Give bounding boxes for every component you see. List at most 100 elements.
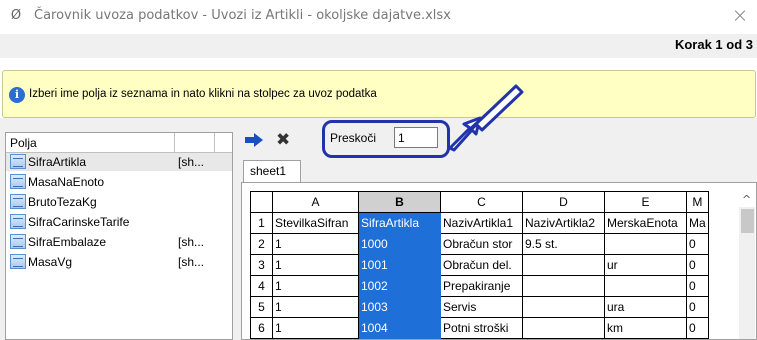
table-cell[interactable]: StevilkaSifran [272, 212, 359, 234]
table-cell[interactable]: 0 [686, 296, 709, 318]
table-cell[interactable]: Obračun stor [440, 233, 523, 255]
table-cell[interactable]: 0 [686, 233, 709, 255]
column-header[interactable]: E [604, 191, 687, 213]
table-cell[interactable]: Obračun del. [440, 254, 523, 276]
field-mapping: [sh... [178, 155, 205, 169]
fields-header-label: Polja [10, 136, 37, 150]
field-item[interactable]: SifraCarinskeTarife [6, 213, 232, 231]
row-number[interactable]: 3 [250, 254, 273, 276]
table-cell-selected[interactable]: SifraArtikla [358, 212, 441, 234]
table-cell[interactable]: ura [604, 296, 687, 318]
data-table[interactable]: A B C D E M 1 StevilkaSifran SifraArtikl… [250, 191, 709, 339]
sheet-grid[interactable]: A B C D E M 1 StevilkaSifran SifraArtikl… [241, 182, 757, 340]
fields-list-header: Polja [6, 133, 232, 153]
column-header[interactable]: C [440, 191, 523, 213]
field-name: MasaVg [28, 255, 73, 269]
sheet-tab-label: sheet1 [250, 164, 287, 178]
table-cell[interactable]: NazivArtikla1 [440, 212, 523, 234]
header-divider[interactable] [174, 133, 175, 153]
corner-cell[interactable] [250, 191, 273, 213]
table-cell[interactable]: 1 [272, 275, 359, 297]
table-row: 5 1 1003 Servis ura 0 [250, 296, 709, 318]
table-row: 2 1 1000 Obračun stor 9.5 st. 0 [250, 233, 709, 255]
window-title: Čarovnik uvoza podatkov - Uvozi iz Artik… [34, 8, 451, 23]
info-banner: i Izberi ime polja iz seznama in nato kl… [2, 70, 756, 118]
table-cell-selected[interactable]: 1002 [358, 275, 441, 297]
table-cell[interactable] [522, 254, 605, 276]
table-cell[interactable]: 9.5 st. [522, 233, 605, 255]
table-cell[interactable]: MerskaEnota [604, 212, 687, 234]
field-name: BrutoTezaKg [28, 195, 97, 209]
field-icon [10, 254, 26, 269]
table-cell[interactable]: 1 [272, 296, 359, 318]
app-icon: Ø [10, 8, 22, 23]
table-cell-selected[interactable]: 1000 [358, 233, 441, 255]
field-name: SifraCarinskeTarife [28, 215, 130, 229]
step-bar: Korak 1 od 3 [0, 34, 757, 58]
field-mapping: [sh... [178, 255, 205, 269]
table-cell[interactable]: 0 [686, 254, 709, 276]
table-cell[interactable]: Ma [686, 212, 709, 234]
title-bar: Ø Čarovnik uvoza podatkov - Uvozi iz Art… [0, 0, 757, 32]
table-cell[interactable]: ur [604, 254, 687, 276]
field-icon [10, 194, 26, 209]
field-icon [10, 154, 26, 169]
table-cell-selected[interactable]: 1004 [358, 317, 441, 339]
row-number[interactable]: 5 [250, 296, 273, 318]
field-mapping: [sh... [178, 235, 205, 249]
row-number[interactable]: 2 [250, 233, 273, 255]
field-name: SifraArtikla [28, 155, 87, 169]
field-item[interactable]: MasaNaEnoto [6, 173, 232, 191]
annotation-arrow-icon [448, 84, 524, 152]
table-cell[interactable]: 0 [686, 317, 709, 339]
tab-sheet1[interactable]: sheet1 [243, 160, 301, 182]
column-header[interactable]: M [686, 191, 709, 213]
table-cell-selected[interactable]: 1003 [358, 296, 441, 318]
table-cell[interactable]: Potni stroški [440, 317, 523, 339]
table-cell[interactable]: 1 [272, 254, 359, 276]
table-row: 3 1 1001 Obračun del. ur 0 [250, 254, 709, 276]
column-header[interactable]: D [522, 191, 605, 213]
field-icon [10, 214, 26, 229]
table-cell[interactable]: Prepakiranje [440, 275, 523, 297]
info-icon: i [9, 87, 25, 103]
header-divider[interactable] [214, 133, 215, 153]
scroll-up-icon[interactable]: ^ [742, 193, 751, 206]
fields-list[interactable]: Polja SifraArtikla [sh... MasaNaEnoto Br… [5, 132, 233, 340]
arrow-right-icon[interactable] [245, 133, 263, 147]
field-icon [10, 234, 26, 249]
table-cell[interactable]: NazivArtikla2 [522, 212, 605, 234]
clear-mapping-icon[interactable]: ✖ [276, 130, 290, 150]
close-button[interactable]: × [728, 4, 752, 28]
column-header-row: A B C D E M [250, 191, 709, 213]
table-cell[interactable]: Servis [440, 296, 523, 318]
table-cell[interactable] [604, 275, 687, 297]
table-cell[interactable] [604, 233, 687, 255]
table-row: 1 StevilkaSifran SifraArtikla NazivArtik… [250, 212, 709, 234]
column-header-selected[interactable]: B [358, 191, 441, 213]
field-item[interactable]: MasaVg [sh... [6, 253, 232, 271]
field-item[interactable]: SifraArtikla [sh... [6, 153, 232, 171]
step-indicator: Korak 1 od 3 [674, 37, 753, 52]
field-name: MasaNaEnoto [28, 175, 105, 189]
field-icon [10, 174, 26, 189]
table-cell[interactable] [522, 317, 605, 339]
field-item[interactable]: BrutoTezaKg [6, 193, 232, 211]
table-cell-selected[interactable]: 1001 [358, 254, 441, 276]
info-text: Izberi ime polja iz seznama in nato klik… [29, 88, 377, 100]
table-cell[interactable] [522, 296, 605, 318]
row-number[interactable]: 1 [250, 212, 273, 234]
import-area: Polja SifraArtikla [sh... MasaNaEnoto Br… [0, 84, 757, 340]
column-header[interactable]: A [272, 191, 359, 213]
row-number[interactable]: 6 [250, 317, 273, 339]
field-item[interactable]: SifraEmbalaze [sh... [6, 233, 232, 251]
table-cell[interactable]: km [604, 317, 687, 339]
table-row: 4 1 1002 Prepakiranje 0 [250, 275, 709, 297]
row-number[interactable]: 4 [250, 275, 273, 297]
table-cell[interactable]: 1 [272, 233, 359, 255]
table-cell[interactable]: 0 [686, 275, 709, 297]
table-cell[interactable]: 1 [272, 317, 359, 339]
table-cell[interactable] [522, 275, 605, 297]
scrollbar-thumb[interactable] [741, 209, 754, 233]
annotation-highlight [322, 120, 450, 158]
